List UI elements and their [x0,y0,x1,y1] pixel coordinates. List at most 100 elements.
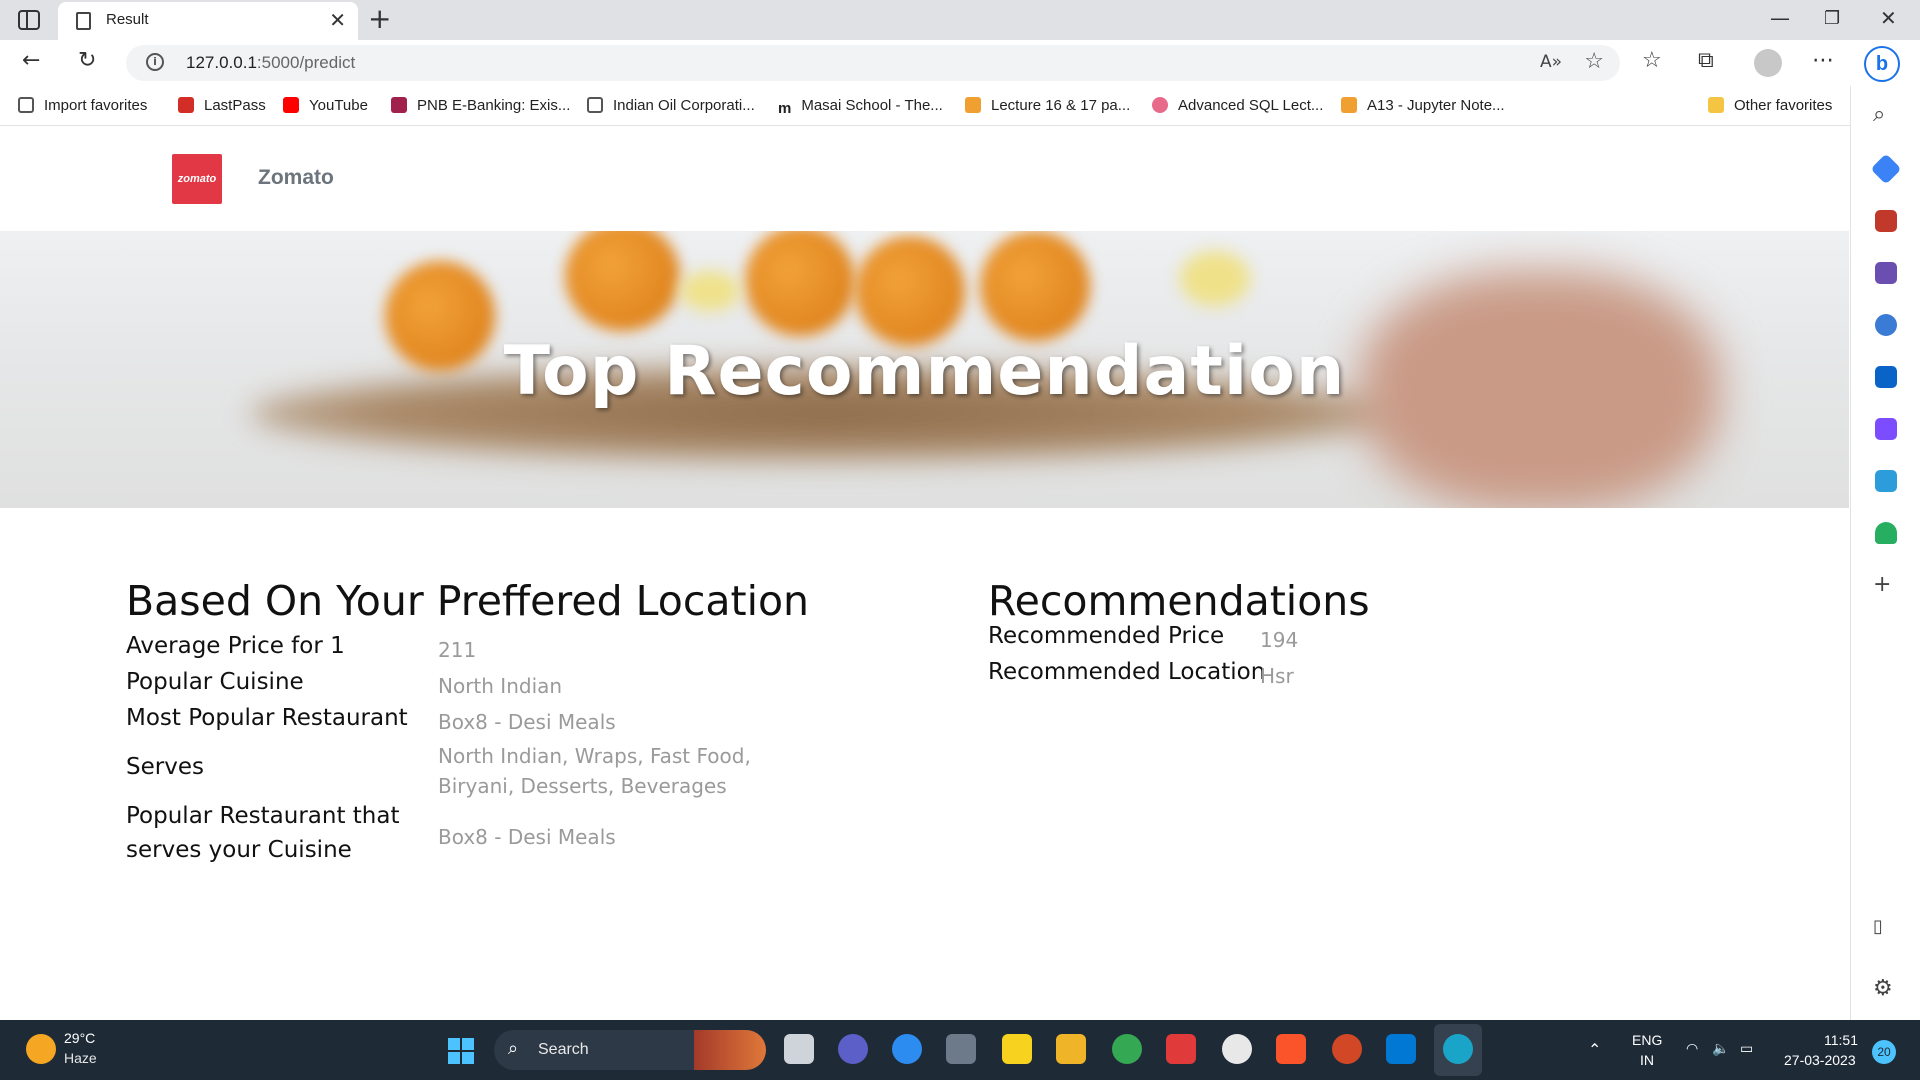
add-favorite-icon[interactable]: ☆ [1584,49,1604,74]
tools-icon[interactable] [1875,210,1897,232]
section-title: Recommendations [988,577,1370,625]
address-bar[interactable]: i 127.0.0.1:5000/predict A» ☆ [126,45,1620,81]
tab-actions-icon[interactable] [18,10,40,30]
bing-chat-icon[interactable]: b [1864,46,1900,82]
favorites-icon[interactable]: ☆ [1642,48,1662,73]
sidebar-toggle-icon[interactable]: ▯ [1873,916,1883,937]
slack-icon[interactable] [1222,1034,1252,1064]
edge-sidebar: ⌕ + ▯ ⚙ [1850,86,1920,1020]
favorite-youtube[interactable]: YouTube [283,97,368,114]
favorite-advanced-sql[interactable]: Advanced SQL Lect... [1152,97,1323,114]
taskbar-search[interactable]: ⌕ Search [494,1030,766,1070]
favorite-pnb[interactable]: PNB E-Banking: Exis... [391,97,570,114]
favorite-lecture[interactable]: Lecture 16 & 17 pa... [965,97,1130,114]
collections-icon[interactable]: ⧉ [1698,48,1714,73]
weather-desc[interactable]: Haze [64,1050,97,1066]
tree-icon[interactable] [1875,522,1897,544]
file-explorer-icon[interactable] [1056,1034,1086,1064]
recommendations-section: Recommendations Recommended Price 194 Re… [988,577,1588,688]
new-tab-icon[interactable]: + [368,2,391,35]
notebook-icon [965,97,981,113]
search-highlight-image [694,1030,766,1070]
search-icon: ⌕ [508,1038,519,1059]
tab-title: Result [106,11,149,28]
pnb-icon [391,97,407,113]
notification-badge[interactable]: 20 [1872,1040,1896,1064]
brain-icon [1152,97,1168,113]
minimize-icon[interactable]: — [1770,6,1790,30]
folder-icon [1708,97,1724,113]
brand-name[interactable]: Zomato [258,166,334,190]
weather-temp[interactable]: 29°C [64,1030,95,1046]
sticky-notes-icon[interactable] [1002,1034,1032,1064]
help-icon[interactable] [892,1034,922,1064]
outlook-icon[interactable] [1875,366,1897,388]
tab-result[interactable]: Result ✕ [58,2,358,40]
other-favorites[interactable]: Other favorites [1708,97,1832,114]
more-options-icon[interactable]: ⋯ [1812,48,1834,73]
anydesk-icon[interactable] [1166,1034,1196,1064]
navigation-bar: ← ↻ i 127.0.0.1:5000/predict A» ☆ ☆ ⧉ ⋯ … [0,40,1920,86]
popular-restaurant-value: Box8 - Desi Meals [438,710,616,734]
chrome-icon[interactable] [1112,1034,1142,1064]
refresh-icon[interactable]: ↻ [78,48,96,73]
start-button[interactable] [448,1038,474,1064]
restore-icon[interactable]: ❐ [1824,8,1840,29]
chevron-up-icon[interactable]: ⌃ [1588,1040,1601,1060]
recommended-price-label: Recommended Price [988,623,1225,649]
profile-avatar[interactable] [1754,49,1782,77]
clock-time[interactable]: 11:51 [1824,1032,1858,1048]
clock-date[interactable]: 27-03-2023 [1784,1052,1856,1068]
popular-cuisine-label: Popular Cuisine [126,669,304,695]
shopping-icon[interactable] [1870,153,1902,185]
wifi-icon[interactable]: ◠ [1686,1040,1698,1057]
close-tab-icon[interactable]: ✕ [329,8,346,32]
language-line1[interactable]: ENG [1632,1032,1662,1048]
send-icon[interactable] [1875,470,1897,492]
search-label: Search [538,1041,589,1058]
import-icon [18,97,34,113]
hero-banner: Top Recommendation [0,231,1849,508]
language-line2[interactable]: IN [1640,1052,1654,1068]
favorite-jupyter[interactable]: A13 - Jupyter Note... [1341,97,1505,114]
page-viewport: zomato Zomato Top Recommendation Based O… [0,127,1849,1020]
favorite-indian-oil[interactable]: Indian Oil Corporati... [587,97,755,114]
popular-restaurant-label: Most Popular Restaurant [126,705,408,731]
site-info-icon[interactable]: i [146,53,164,71]
volume-icon[interactable]: 🔈 [1712,1040,1729,1057]
masai-icon: m [778,100,792,117]
url-text[interactable]: 127.0.0.1:5000/predict [186,53,355,73]
close-window-icon[interactable]: ✕ [1880,6,1897,30]
brave-icon[interactable] [1276,1034,1306,1064]
calculator-icon[interactable] [946,1034,976,1064]
powerpoint-icon[interactable] [1332,1034,1362,1064]
vscode-icon[interactable] [1386,1034,1416,1064]
favorite-import[interactable]: Import favorites [18,97,147,114]
recommended-price-value: 194 [1260,628,1299,652]
hero-title: Top Recommendation [503,332,1346,411]
back-icon[interactable]: ← [22,48,40,73]
teams-icon[interactable] [838,1034,868,1064]
zomato-logo[interactable]: zomato [172,154,222,204]
favorites-bar: Import favorites LastPass YouTube PNB E-… [0,86,1850,126]
settings-icon[interactable]: ⚙ [1873,976,1893,1001]
cuisine-restaurant-label-line1: Popular Restaurant that [126,803,400,829]
avg-price-label: Average Price for 1 [126,633,345,659]
favorite-lastpass[interactable]: LastPass [178,97,266,114]
microsoft-365-icon[interactable] [1875,314,1897,336]
favorite-masai[interactable]: m Masai School - The... [778,97,943,117]
read-aloud-icon[interactable]: A» [1540,52,1562,72]
search-icon[interactable]: ⌕ [1873,102,1885,127]
designer-icon[interactable] [1875,418,1897,440]
section-title: Based On Your Preffered Location [126,577,810,625]
recommended-location-label: Recommended Location [988,659,1266,685]
battery-icon[interactable]: ▭ [1740,1040,1753,1057]
add-icon[interactable]: + [1873,572,1891,597]
weather-icon[interactable] [26,1034,56,1064]
serves-value-line2: Biryani, Desserts, Beverages [438,774,727,798]
games-icon[interactable] [1875,262,1897,284]
task-view-icon[interactable] [784,1034,814,1064]
lastpass-icon [178,97,194,113]
edge-icon[interactable] [1443,1034,1473,1064]
site-header: zomato Zomato [0,127,1849,231]
